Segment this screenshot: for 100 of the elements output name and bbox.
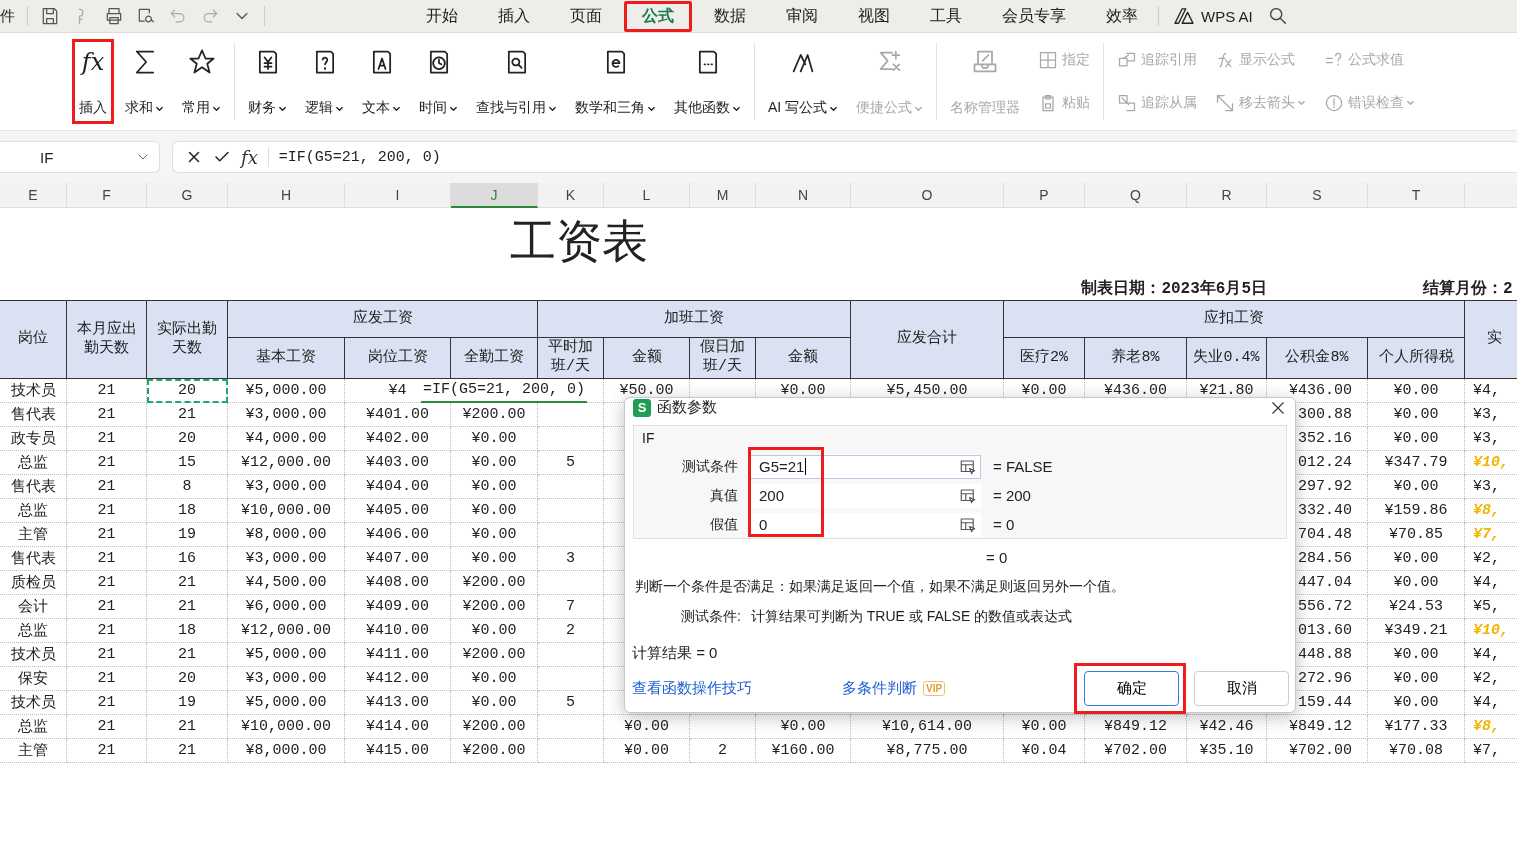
ribbon-button[interactable]: 时间 bbox=[412, 39, 465, 124]
table-cell: 21 bbox=[147, 715, 228, 739]
cell-editor[interactable]: =IF(G5=21, 200, 0) bbox=[421, 379, 588, 403]
dialog-button[interactable]: 确定 bbox=[1084, 671, 1179, 706]
column-header[interactable]: E bbox=[0, 183, 67, 208]
table-cell: ¥849.12 bbox=[1267, 715, 1368, 739]
table-cell: ¥12,000.00 bbox=[228, 619, 345, 643]
table-cell: ¥0.00 bbox=[1368, 379, 1465, 403]
table-cell: 售代表 bbox=[0, 547, 67, 571]
table-cell: 主管 bbox=[0, 523, 67, 547]
table-cell: ¥0.00 bbox=[451, 499, 538, 523]
feature-link[interactable]: 多条件判断 bbox=[842, 679, 917, 698]
column-header[interactable]: K bbox=[538, 183, 604, 208]
table-cell: ¥404.00 bbox=[345, 475, 451, 499]
ribbon-tab[interactable]: 公式 bbox=[624, 0, 692, 32]
table-cell: ¥4, bbox=[1465, 691, 1517, 715]
column-header[interactable]: I bbox=[345, 183, 451, 208]
column-header[interactable]: H bbox=[228, 183, 345, 208]
ai-button[interactable]: WPS AI bbox=[1201, 7, 1253, 25]
ribbon-button[interactable]: AI 写公式 bbox=[761, 39, 846, 124]
table-cell: 21 bbox=[67, 619, 147, 643]
ribbon-tab[interactable]: 工具 bbox=[912, 0, 980, 32]
table-cell: ¥0.00 bbox=[451, 667, 538, 691]
ribbon-button[interactable]: 求和 bbox=[118, 39, 171, 124]
ribbon-tab[interactable]: 开始 bbox=[408, 0, 476, 32]
argument-field[interactable]: 0 bbox=[750, 512, 981, 537]
app-icon: S bbox=[633, 398, 651, 417]
table-cell: 21 bbox=[67, 499, 147, 523]
table-cell: ¥413.00 bbox=[345, 691, 451, 715]
table-cell: ¥3, bbox=[1465, 403, 1517, 427]
table-cell: ¥8, bbox=[1465, 499, 1517, 523]
ribbon-tab[interactable]: 效率 bbox=[1088, 0, 1156, 32]
ribbon-button[interactable]: fx 插入 bbox=[72, 39, 114, 124]
ribbon-button[interactable]: 逻辑 bbox=[298, 39, 351, 124]
table-cell: ¥70.08 bbox=[1368, 739, 1465, 763]
table-cell: ¥4, bbox=[1465, 379, 1517, 403]
ribbon-button[interactable]: 财务 bbox=[241, 39, 294, 124]
table-cell: ¥3, bbox=[1465, 475, 1517, 499]
table-cell: 保安 bbox=[0, 667, 67, 691]
table-cell: 15 bbox=[147, 451, 228, 475]
header-cell: 平时加班/天 bbox=[538, 338, 604, 379]
header-cell: 假日加班/天 bbox=[690, 338, 756, 379]
argument-name: 测试条件: bbox=[681, 608, 741, 626]
column-header[interactable]: P bbox=[1004, 183, 1085, 208]
argument-help: 计算结果可判断为 TRUE 或 FALSE 的数值或表达式 bbox=[750, 608, 1073, 626]
table-cell: 21 bbox=[67, 523, 147, 547]
ribbon-tab[interactable]: 会员专享 bbox=[984, 0, 1084, 32]
column-header[interactable]: N bbox=[756, 183, 851, 208]
ribbon-tab[interactable]: 视图 bbox=[840, 0, 908, 32]
column-header[interactable]: S bbox=[1267, 183, 1368, 208]
table-cell: 19 bbox=[147, 523, 228, 547]
table-cell: ¥200.00 bbox=[451, 571, 538, 595]
dialog-button[interactable]: 取消 bbox=[1194, 671, 1289, 706]
file-menu[interactable]: 件 bbox=[0, 6, 15, 26]
column-header[interactable]: Q bbox=[1085, 183, 1187, 208]
ribbon-button[interactable]: 其他函数 bbox=[667, 39, 748, 124]
name-box[interactable]: IF bbox=[0, 141, 160, 173]
column-header[interactable]: F bbox=[67, 183, 147, 208]
column-header[interactable]: L bbox=[604, 183, 690, 208]
argument-field[interactable]: 200 bbox=[750, 483, 981, 508]
table-cell: ¥160.00 bbox=[756, 739, 851, 763]
formula-field[interactable]: fx =IF(G5=21, 200, 0) bbox=[172, 141, 1517, 173]
ribbon-button[interactable]: 常用 bbox=[175, 39, 228, 124]
ribbon-tab[interactable]: 页面 bbox=[552, 0, 620, 32]
header-cell: 应扣工资 bbox=[1004, 300, 1465, 338]
table-cell: 21 bbox=[67, 667, 147, 691]
table-cell: 5 bbox=[538, 451, 604, 475]
ribbon-tab[interactable]: 数据 bbox=[696, 0, 764, 32]
table-cell: ¥0.00 bbox=[1368, 691, 1465, 715]
table-cell: 21 bbox=[67, 691, 147, 715]
table-cell: 20 bbox=[147, 667, 228, 691]
table-cell: 主管 bbox=[0, 739, 67, 763]
argument-field[interactable]: G5=21 bbox=[750, 454, 981, 479]
column-header[interactable]: T bbox=[1368, 183, 1465, 208]
table-cell: 总监 bbox=[0, 451, 67, 475]
table-cell: ¥200.00 bbox=[451, 403, 538, 427]
table-cell: ¥411.00 bbox=[345, 643, 451, 667]
header-cell: 医疗2% bbox=[1004, 338, 1085, 379]
table-cell: 21 bbox=[67, 379, 147, 403]
table-cell: ¥3,000.00 bbox=[228, 667, 345, 691]
table-cell: ¥403.00 bbox=[345, 451, 451, 475]
table-cell: 总监 bbox=[0, 619, 67, 643]
header-cell: 金额 bbox=[604, 338, 690, 379]
table-cell: ¥8, bbox=[1465, 715, 1517, 739]
column-header[interactable]: G bbox=[147, 183, 228, 208]
table-cell: 20 bbox=[147, 427, 228, 451]
column-header[interactable]: O bbox=[851, 183, 1004, 208]
table-cell: 21 bbox=[147, 739, 228, 763]
column-header[interactable]: M bbox=[690, 183, 756, 208]
ribbon-button[interactable]: 查找与引用 bbox=[469, 39, 564, 124]
column-header[interactable]: R bbox=[1187, 183, 1267, 208]
table-cell: 18 bbox=[147, 499, 228, 523]
fx-icon[interactable]: fx bbox=[241, 146, 258, 168]
ribbon-tab[interactable]: 插入 bbox=[480, 0, 548, 32]
table-cell: ¥7, bbox=[1465, 739, 1517, 763]
table-cell: ¥8,775.00 bbox=[851, 739, 1004, 763]
ribbon-button[interactable]: 文本 bbox=[355, 39, 408, 124]
tips-link[interactable]: 查看函数操作技巧 bbox=[632, 679, 752, 698]
ribbon-button[interactable]: 数学和三角 bbox=[568, 39, 663, 124]
ribbon-tab[interactable]: 审阅 bbox=[768, 0, 836, 32]
